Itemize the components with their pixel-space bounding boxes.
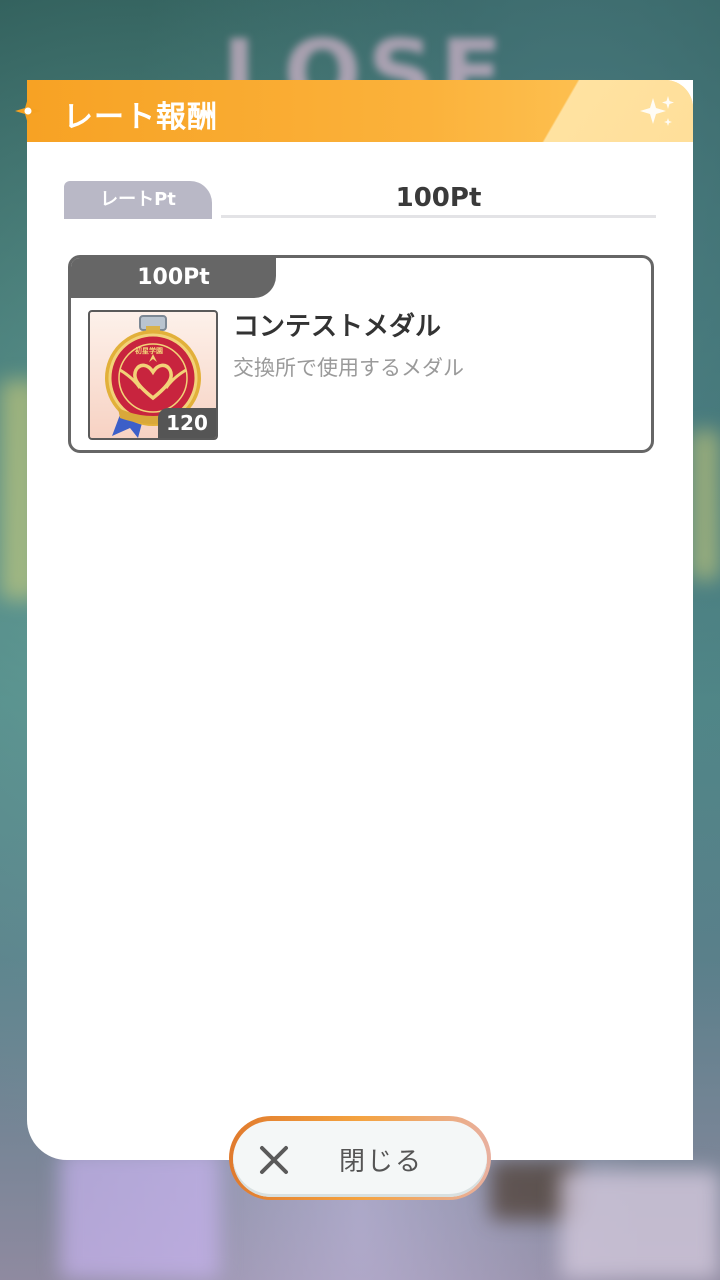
medal-inscription: 初星学園	[135, 347, 163, 355]
rate-points-value: 100Pt	[221, 181, 656, 218]
background-shape	[60, 1150, 220, 1280]
background-shape	[690, 430, 720, 580]
close-icon	[260, 1146, 288, 1174]
diamond-icon	[15, 98, 41, 124]
close-button-label: 閉じる	[339, 1147, 424, 1177]
reward-card: 100Pt 初星学園 120 コンテストメダル 交換所で使用するメダル	[68, 255, 654, 453]
rate-points-label: レートPt	[64, 181, 212, 219]
close-button-face[interactable]: 閉じる	[233, 1121, 487, 1197]
reward-threshold-label: 100Pt	[71, 258, 276, 298]
reward-item-name: コンテストメダル	[233, 312, 442, 342]
rate-reward-dialog: レート報酬 レートPt 100Pt 100Pt 初星学園 120 コンテストメダ…	[15, 80, 693, 1160]
sparkle-icon	[640, 96, 674, 126]
background-shape	[560, 1170, 720, 1280]
reward-item-description: 交換所で使用するメダル	[233, 356, 464, 380]
reward-item-thumbnail[interactable]: 初星学園 120	[88, 310, 218, 440]
dialog-header: レート報酬	[27, 80, 693, 142]
item-count-badge: 120	[158, 408, 216, 438]
rate-points-row: レートPt 100Pt	[64, 181, 656, 219]
close-button[interactable]: 閉じる	[229, 1116, 491, 1200]
dialog-title: レート報酬	[63, 100, 218, 135]
